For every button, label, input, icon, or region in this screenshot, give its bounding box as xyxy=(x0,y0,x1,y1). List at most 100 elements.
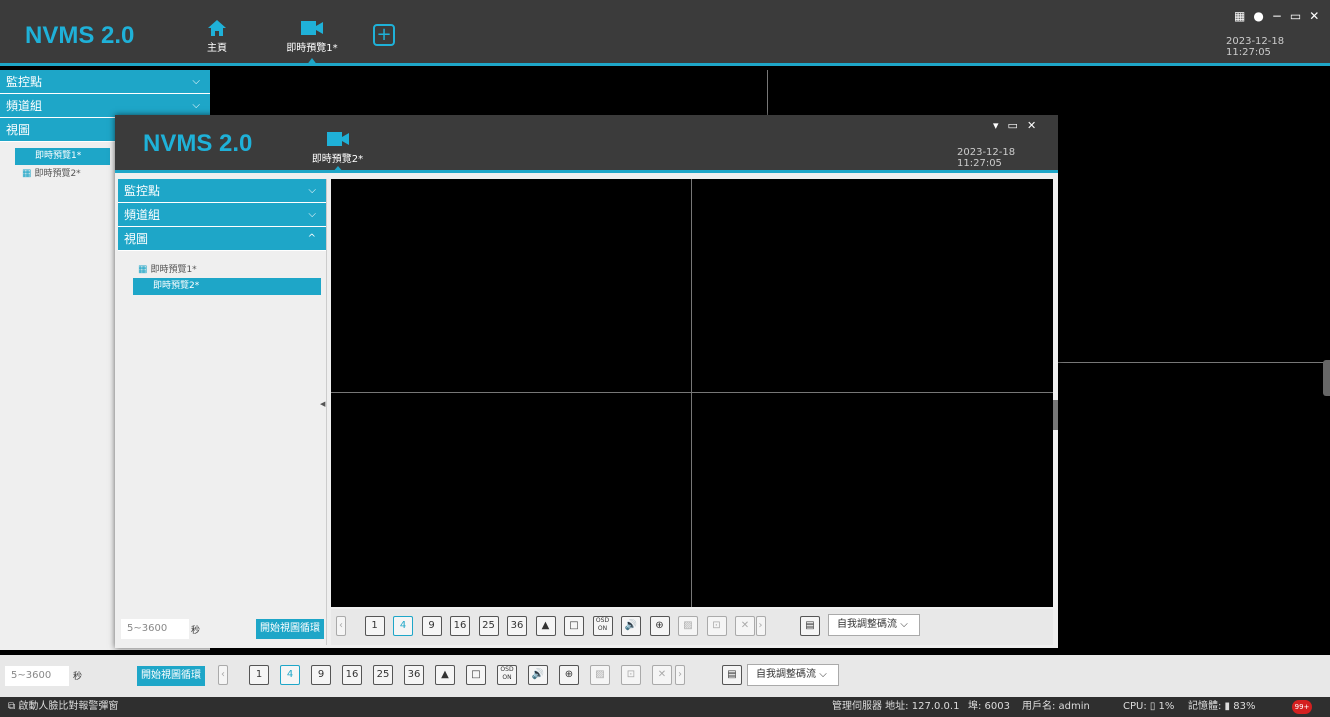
toolbar-snapshot-button[interactable]: ⊕ xyxy=(559,665,579,685)
video-divider xyxy=(1058,362,1330,363)
home-icon xyxy=(208,20,226,36)
toolbar-prev-button[interactable]: ‹ xyxy=(218,665,228,685)
inner-toolbar: ‹ 1 4 9 16 25 36 ▲ □ OSD ON 🔊 ⊕ ▨ ⊡ ✕ › ▤ 自我調整碼流 ⌵ xyxy=(331,609,1053,645)
toolbar-layout-4-button[interactable]: 4 xyxy=(393,616,413,636)
toolbar-layout-25-button[interactable]: 25 xyxy=(373,665,393,685)
inner-video-grid[interactable] xyxy=(331,179,1053,607)
grid-icon[interactable]: ▦ xyxy=(1234,9,1253,23)
camera-icon xyxy=(301,21,323,35)
save-view-button[interactable]: ▤ xyxy=(722,665,742,685)
grid-view-icon: ▦ xyxy=(22,168,32,179)
add-tab-button[interactable]: + xyxy=(373,24,395,46)
inner-logo: NVMS 2.0 xyxy=(143,130,253,157)
chevron-down-icon: ⌵ xyxy=(819,669,827,680)
toolbar-audio-button[interactable]: 🔊 xyxy=(621,616,641,636)
toolbar-fullscreen-button[interactable]: □ xyxy=(564,616,584,636)
toolbar-audio-button[interactable]: 🔊 xyxy=(528,665,548,685)
toolbar-fullscreen-button[interactable]: □ xyxy=(466,665,486,685)
header-datetime: 2023-12-18 11:27:05 xyxy=(1226,36,1285,58)
inner-sidebar: 監控點 ⌵ 頻道組 ⌵ 視圖 ^ ▦ 即時預覽1* 即時預覽2* 5~3600 秒 開始… xyxy=(118,179,327,645)
face-compare-toggle[interactable]: ⧉ 啟動人臉比對報警彈窗 xyxy=(8,697,118,717)
window-controls: ▦●−▭✕ xyxy=(1234,9,1327,23)
sidebar-section-monitor[interactable]: 監控點 ⌵ xyxy=(118,179,326,203)
video-divider xyxy=(767,70,768,115)
right-panel-handle[interactable] xyxy=(1323,360,1330,396)
toolbar-close-all-button[interactable]: ✕ xyxy=(735,616,755,636)
inner-window-controls: ▾▭✕ xyxy=(993,119,1045,132)
toolbar-mask-button[interactable]: ▨ xyxy=(590,665,610,685)
toolbar-layout-9-button[interactable]: 9 xyxy=(421,616,442,636)
toolbar-close-all-button[interactable]: ✕ xyxy=(652,665,672,685)
inner-header: NVMS 2.0 即時預覽2* ▾▭✕ 2023-12-18 11:27:05 xyxy=(115,115,1058,173)
inner-datetime: 2023-12-18 11:27:05 xyxy=(957,147,1016,169)
toolbar-osd-button[interactable]: OSD ON xyxy=(497,665,517,685)
view-item-2[interactable]: 即時預覽2* xyxy=(133,278,321,295)
toolbar-layout-36-button[interactable]: 36 xyxy=(404,665,424,685)
toolbar-fit-button[interactable]: ⊡ xyxy=(706,616,727,636)
main-toolbar: 5~3600 秒 開始視圖循環 ‹ 1 4 9 16 25 36 ▲ □ OSD ON 🔊 ⊕ ▨ ⊡ ✕ › ▤… xyxy=(0,655,1330,697)
cpu-usage: CPU: ▯ 1% xyxy=(1123,701,1175,712)
chevron-down-icon: ⌵ xyxy=(308,209,316,220)
toolbar-up-button[interactable]: ▲ xyxy=(535,616,556,636)
sidebar-section-channel-group[interactable]: 頻道組 ⌵ xyxy=(118,203,326,227)
minimize-icon[interactable]: − xyxy=(1272,9,1290,23)
toolbar-layout-36-button[interactable]: 36 xyxy=(507,616,527,636)
tab-live-preview-1[interactable]: 即時預覽1* xyxy=(282,20,342,54)
toolbar-osd-button[interactable]: OSD ON xyxy=(592,616,613,636)
toolbar-fit-button[interactable]: ⊡ xyxy=(621,665,641,685)
tab-home[interactable]: 主頁 xyxy=(200,20,234,54)
dropdown-icon[interactable]: ▾ xyxy=(993,119,1008,132)
view-item-1[interactable]: 即時預覽1* xyxy=(15,148,110,165)
main-header: NVMS 2.0 主頁 即時預覽1* + ▦●−▭✕ 2023-12-18 11… xyxy=(0,0,1330,66)
server-address: 管理伺服器 地址: 127.0.0.1 xyxy=(832,701,960,712)
chevron-up-icon: ^ xyxy=(307,233,316,244)
seconds-input[interactable]: 5~3600 xyxy=(5,666,69,686)
close-icon[interactable]: ✕ xyxy=(1027,119,1045,132)
monitor-icon: ⧉ xyxy=(8,701,16,712)
toolbar-prev-button[interactable]: ‹ xyxy=(336,616,346,636)
active-tab-indicator xyxy=(332,166,344,173)
tab-live-preview-2[interactable]: 即時預覽2* xyxy=(310,131,365,165)
chevron-down-icon: ⌵ xyxy=(308,185,316,196)
tab-home-label: 主頁 xyxy=(207,43,227,54)
seconds-input[interactable]: 5~3600 xyxy=(121,619,189,639)
maximize-icon[interactable]: ▭ xyxy=(1008,119,1027,132)
server-port: 埠: 6003 xyxy=(968,701,1010,712)
toolbar-layout-4-button[interactable]: 4 xyxy=(280,665,300,685)
user-icon[interactable]: ● xyxy=(1253,9,1271,23)
toolbar-layout-9-button[interactable]: 9 xyxy=(311,665,331,685)
app-logo: NVMS 2.0 xyxy=(25,22,135,49)
toolbar-layout-1-button[interactable]: 1 xyxy=(364,616,385,636)
start-view-cycle-button[interactable]: 開始視圖循環 xyxy=(256,619,324,639)
start-view-cycle-button[interactable]: 開始視圖循環 xyxy=(137,666,205,686)
toolbar-layout-16-button[interactable]: 16 xyxy=(342,665,362,685)
sidebar-section-views[interactable]: 視圖 ^ xyxy=(118,227,326,251)
alarm-badge[interactable]: 99+ xyxy=(1292,700,1312,714)
grid-view-icon: ▦ xyxy=(138,264,148,275)
toolbar-next-button[interactable]: › xyxy=(755,616,766,636)
toolbar-mask-button[interactable]: ▨ xyxy=(678,616,698,636)
restore-icon[interactable]: ▭ xyxy=(1290,9,1309,23)
seconds-unit: 秒 xyxy=(191,626,201,636)
video-divider xyxy=(331,392,1053,393)
toolbar-layout-1-button[interactable]: 1 xyxy=(249,665,269,685)
close-icon[interactable]: ✕ xyxy=(1309,9,1327,23)
toolbar-up-button[interactable]: ▲ xyxy=(435,665,455,685)
camera-icon xyxy=(326,132,349,146)
view-item-1[interactable]: ▦ 即時預覽1* xyxy=(138,261,326,278)
seconds-unit: 秒 xyxy=(73,672,83,682)
toolbar-next-button[interactable]: › xyxy=(675,665,685,685)
toolbar-snapshot-button[interactable]: ⊕ xyxy=(649,616,670,636)
video-divider xyxy=(691,179,692,607)
stream-select[interactable]: 自我調整碼流 ⌵ xyxy=(828,614,920,636)
toolbar-layout-16-button[interactable]: 16 xyxy=(450,616,470,636)
collapse-left-icon[interactable]: ◀ xyxy=(320,400,325,408)
toolbar-layout-25-button[interactable]: 25 xyxy=(478,616,499,636)
stream-select[interactable]: 自我調整碼流 ⌵ xyxy=(747,664,839,686)
save-view-button[interactable]: ▤ xyxy=(800,616,820,636)
status-bar: ⧉ 啟動人臉比對報警彈窗 管理伺服器 地址: 127.0.0.1 埠: 6003… xyxy=(0,697,1330,717)
sidebar-section-monitor[interactable]: 監控點 ⌵ xyxy=(0,70,210,94)
username: 用戶名: admin xyxy=(1022,701,1090,712)
tab-live-preview-1-label: 即時預覽1* xyxy=(286,43,338,54)
active-tab-indicator xyxy=(306,58,318,66)
